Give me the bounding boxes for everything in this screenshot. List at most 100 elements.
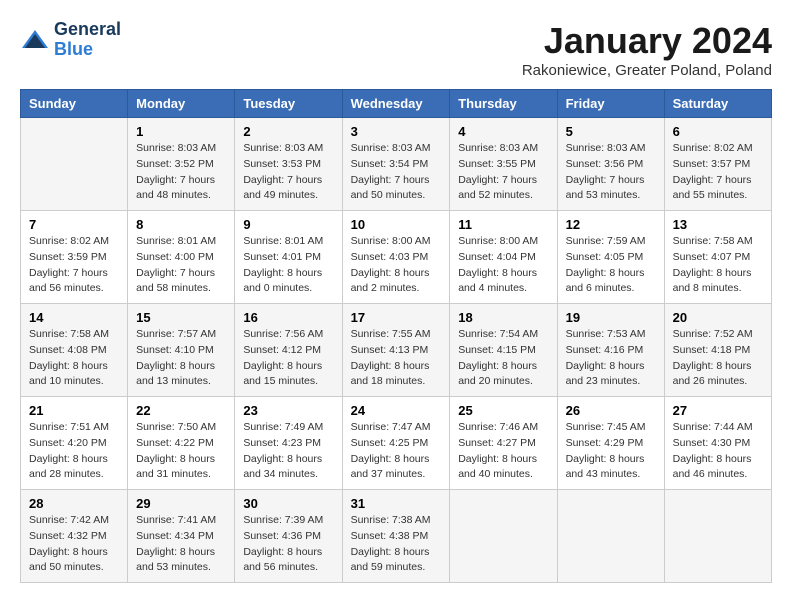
calendar-cell: 11 Sunrise: 8:00 AMSunset: 4:04 PMDayligh… [450,211,557,304]
calendar-cell: 20 Sunrise: 7:52 AMSunset: 4:18 PMDayligh… [664,304,771,397]
day-number: 28 [29,496,119,511]
calendar-cell: 6 Sunrise: 8:02 AMSunset: 3:57 PMDaylight… [664,118,771,211]
calendar-cell: 17Sunrise: 7:55 AMSunset: 4:13 PMDayligh… [342,304,450,397]
logo-text: General Blue [54,20,121,60]
calendar-cell: 15 Sunrise: 7:57 AMSunset: 4:10 PMDayligh… [128,304,235,397]
weekday-header-sunday: Sunday [21,90,128,118]
calendar-cell [664,490,771,583]
day-number: 8 [136,217,226,232]
calendar-cell: 22Sunrise: 7:50 AMSunset: 4:22 PMDayligh… [128,397,235,490]
day-number: 4 [458,124,548,139]
day-number: 19 [566,310,656,325]
month-title: January 2024 [522,20,772,62]
day-number: 2 [243,124,333,139]
calendar-cell [21,118,128,211]
day-number: 13 [673,217,763,232]
day-info: Sunrise: 8:03 AMSunset: 3:54 PMDaylight:… [351,141,442,204]
day-number: 16 [243,310,333,325]
day-number: 22 [136,403,226,418]
day-info: Sunrise: 7:44 AMSunset: 4:30 PMDaylight:… [673,420,763,483]
day-number: 23 [243,403,333,418]
header: General Blue January 2024 Rakoniewice, G… [20,20,772,79]
calendar-cell: 13 Sunrise: 7:58 AMSunset: 4:07 PMDayligh… [664,211,771,304]
day-info: Sunrise: 8:00 AMSunset: 4:03 PMDaylight:… [351,234,442,297]
day-info: Sunrise: 7:41 AMSunset: 4:34 PMDaylight:… [136,513,226,576]
logo: General Blue [20,20,121,60]
day-info: Sunrise: 7:49 AMSunset: 4:23 PMDaylight:… [243,420,333,483]
calendar-header: SundayMondayTuesdayWednesdayThursdayFrid… [21,90,772,118]
day-number: 9 [243,217,333,232]
calendar-cell: 30 Sunrise: 7:39 AMSunset: 4:36 PMDayligh… [235,490,342,583]
weekday-header-thursday: Thursday [450,90,557,118]
calendar-cell: 23 Sunrise: 7:49 AMSunset: 4:23 PMDayligh… [235,397,342,490]
day-number: 14 [29,310,119,325]
calendar-cell: 5Sunrise: 8:03 AMSunset: 3:56 PMDaylight… [557,118,664,211]
calendar-table: SundayMondayTuesdayWednesdayThursdayFrid… [20,89,772,583]
calendar-body: 1 Sunrise: 8:03 AMSunset: 3:52 PMDaylight… [21,118,772,583]
day-number: 15 [136,310,226,325]
calendar-cell: 25 Sunrise: 7:46 AMSunset: 4:27 PMDayligh… [450,397,557,490]
calendar-cell: 10 Sunrise: 8:00 AMSunset: 4:03 PMDayligh… [342,211,450,304]
calendar-cell: 18 Sunrise: 7:54 AMSunset: 4:15 PMDayligh… [450,304,557,397]
day-number: 3 [351,124,442,139]
day-number: 12 [566,217,656,232]
weekday-header-wednesday: Wednesday [342,90,450,118]
calendar-cell: 21 Sunrise: 7:51 AMSunset: 4:20 PMDayligh… [21,397,128,490]
day-number: 27 [673,403,763,418]
day-info: Sunrise: 7:52 AMSunset: 4:18 PMDaylight:… [673,327,763,390]
weekday-header-saturday: Saturday [664,90,771,118]
calendar-cell: 24 Sunrise: 7:47 AMSunset: 4:25 PMDayligh… [342,397,450,490]
day-info: Sunrise: 8:02 AMSunset: 3:57 PMDaylight:… [673,141,763,204]
calendar-week-row: 21 Sunrise: 7:51 AMSunset: 4:20 PMDayligh… [21,397,772,490]
calendar-cell: 31Sunrise: 7:38 AMSunset: 4:38 PMDayligh… [342,490,450,583]
day-info: Sunrise: 7:59 AMSunset: 4:05 PMDaylight:… [566,234,656,297]
calendar-cell: 27 Sunrise: 7:44 AMSunset: 4:30 PMDayligh… [664,397,771,490]
day-number: 6 [673,124,763,139]
day-info: Sunrise: 7:53 AMSunset: 4:16 PMDaylight:… [566,327,656,390]
day-number: 21 [29,403,119,418]
calendar-cell [450,490,557,583]
day-info: Sunrise: 7:56 AMSunset: 4:12 PMDaylight:… [243,327,333,390]
day-info: Sunrise: 8:02 AMSunset: 3:59 PMDaylight:… [29,234,119,297]
day-info: Sunrise: 8:01 AMSunset: 4:00 PMDaylight:… [136,234,226,297]
location-title: Rakoniewice, Greater Poland, Poland [522,62,772,79]
day-number: 25 [458,403,548,418]
day-number: 24 [351,403,442,418]
calendar-cell: 2Sunrise: 8:03 AMSunset: 3:53 PMDaylight… [235,118,342,211]
day-info: Sunrise: 8:03 AMSunset: 3:56 PMDaylight:… [566,141,656,204]
day-number: 7 [29,217,119,232]
day-number: 26 [566,403,656,418]
day-info: Sunrise: 7:54 AMSunset: 4:15 PMDaylight:… [458,327,548,390]
day-info: Sunrise: 8:03 AMSunset: 3:55 PMDaylight:… [458,141,548,204]
day-info: Sunrise: 7:51 AMSunset: 4:20 PMDaylight:… [29,420,119,483]
day-number: 20 [673,310,763,325]
calendar-week-row: 14Sunrise: 7:58 AMSunset: 4:08 PMDayligh… [21,304,772,397]
calendar-cell: 28Sunrise: 7:42 AMSunset: 4:32 PMDayligh… [21,490,128,583]
day-number: 29 [136,496,226,511]
calendar-cell [557,490,664,583]
day-info: Sunrise: 7:57 AMSunset: 4:10 PMDaylight:… [136,327,226,390]
calendar-week-row: 7 Sunrise: 8:02 AMSunset: 3:59 PMDaylight… [21,211,772,304]
weekday-header-tuesday: Tuesday [235,90,342,118]
day-number: 31 [351,496,442,511]
day-info: Sunrise: 8:03 AMSunset: 3:52 PMDaylight:… [136,141,226,204]
day-info: Sunrise: 7:47 AMSunset: 4:25 PMDaylight:… [351,420,442,483]
day-info: Sunrise: 7:58 AMSunset: 4:07 PMDaylight:… [673,234,763,297]
day-number: 30 [243,496,333,511]
weekday-header-monday: Monday [128,90,235,118]
day-number: 1 [136,124,226,139]
day-info: Sunrise: 8:00 AMSunset: 4:04 PMDaylight:… [458,234,548,297]
calendar-cell: 19 Sunrise: 7:53 AMSunset: 4:16 PMDayligh… [557,304,664,397]
day-info: Sunrise: 7:46 AMSunset: 4:27 PMDaylight:… [458,420,548,483]
title-area: January 2024 Rakoniewice, Greater Poland… [522,20,772,79]
day-number: 18 [458,310,548,325]
calendar-cell: 12 Sunrise: 7:59 AMSunset: 4:05 PMDayligh… [557,211,664,304]
day-info: Sunrise: 8:01 AMSunset: 4:01 PMDaylight:… [243,234,333,297]
calendar-cell: 26Sunrise: 7:45 AMSunset: 4:29 PMDayligh… [557,397,664,490]
calendar-cell: 9 Sunrise: 8:01 AMSunset: 4:01 PMDaylight… [235,211,342,304]
calendar-cell: 8 Sunrise: 8:01 AMSunset: 4:00 PMDaylight… [128,211,235,304]
day-number: 11 [458,217,548,232]
day-info: Sunrise: 7:55 AMSunset: 4:13 PMDaylight:… [351,327,442,390]
day-info: Sunrise: 7:39 AMSunset: 4:36 PMDaylight:… [243,513,333,576]
day-number: 10 [351,217,442,232]
